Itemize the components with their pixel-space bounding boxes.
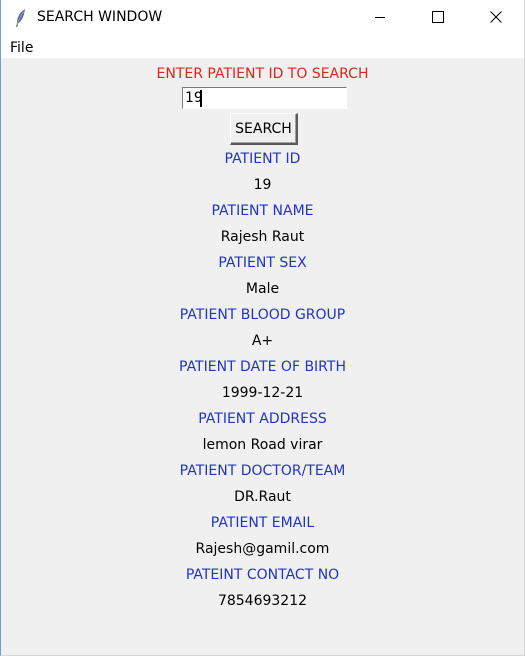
minimize-icon bbox=[374, 8, 386, 27]
value-doctor-team: DR.Raut bbox=[234, 489, 291, 505]
maximize-button[interactable] bbox=[409, 0, 467, 34]
search-prompt: ENTER PATIENT ID TO SEARCH bbox=[156, 66, 369, 82]
label-email: PATIENT EMAIL bbox=[210, 515, 315, 531]
window-title: SEARCH WINDOW bbox=[37, 9, 163, 25]
value-patient-sex: Male bbox=[245, 281, 280, 297]
label-address: PATIENT ADDRESS bbox=[198, 411, 327, 427]
label-doctor-team: PATIENT DOCTOR/TEAM bbox=[179, 463, 346, 479]
menu-bar: File bbox=[1, 36, 524, 58]
title-bar[interactable]: SEARCH WINDOW bbox=[1, 0, 524, 36]
value-contact-no: 7854693212 bbox=[217, 593, 308, 609]
value-blood-group: A+ bbox=[251, 333, 274, 349]
value-date-of-birth: 1999-12-21 bbox=[221, 385, 304, 401]
patient-id-input[interactable] bbox=[182, 87, 347, 109]
close-button[interactable] bbox=[467, 0, 525, 34]
label-patient-sex: PATIENT SEX bbox=[218, 255, 307, 271]
label-patient-name: PATIENT NAME bbox=[211, 203, 314, 219]
text-caret bbox=[200, 90, 202, 107]
search-form: ENTER PATIENT ID TO SEARCH SEARCH PATIEN… bbox=[1, 58, 524, 655]
label-blood-group: PATIENT BLOOD GROUP bbox=[179, 307, 346, 323]
maximize-icon bbox=[432, 8, 444, 27]
search-window: SEARCH WINDOW File ENTER PATIENT ID TO S… bbox=[0, 0, 525, 656]
feather-icon bbox=[14, 8, 28, 28]
value-address: lemon Road virar bbox=[202, 437, 323, 453]
label-date-of-birth: PATIENT DATE OF BIRTH bbox=[179, 359, 346, 375]
value-patient-name: Rajesh Raut bbox=[220, 229, 305, 245]
search-button[interactable]: SEARCH bbox=[230, 113, 298, 145]
close-icon bbox=[490, 8, 502, 27]
label-contact-no: PATEINT CONTACT NO bbox=[185, 567, 340, 583]
minimize-button[interactable] bbox=[351, 0, 409, 34]
menu-file[interactable]: File bbox=[10, 40, 33, 56]
value-patient-id: 19 bbox=[253, 177, 272, 193]
value-email: Rajesh@gamil.com bbox=[195, 541, 330, 557]
label-patient-id: PATIENT ID bbox=[224, 151, 301, 167]
